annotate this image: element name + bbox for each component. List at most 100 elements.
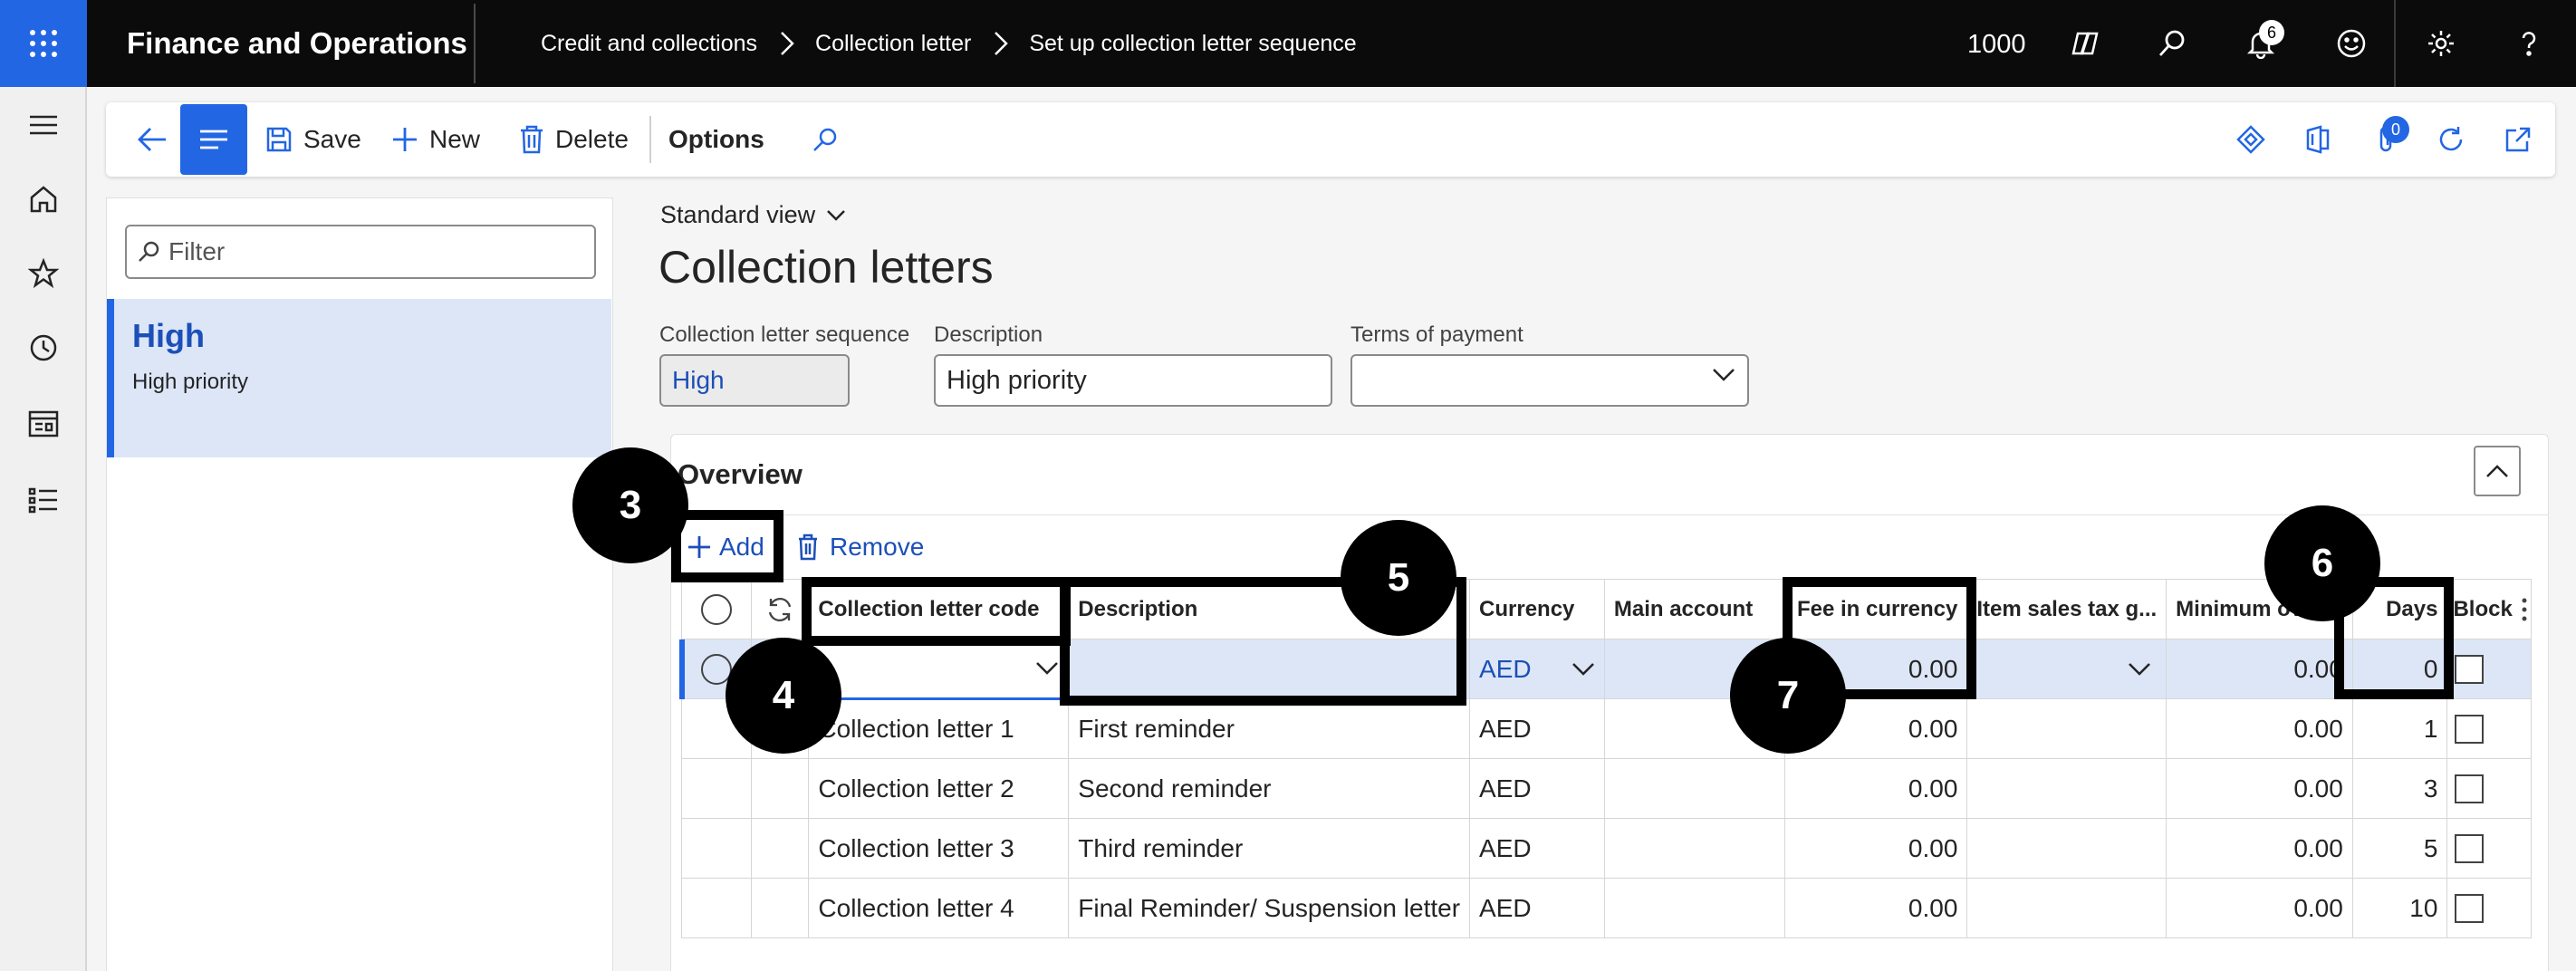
cell-main-account[interactable] [1603, 818, 1785, 879]
cell-description[interactable]: Third reminder [1068, 818, 1471, 879]
cell-currency[interactable]: AED [1469, 878, 1605, 938]
nav-modules-button[interactable] [0, 473, 87, 527]
select-all-radio[interactable] [700, 593, 732, 625]
cell-code[interactable]: Collection letter 2 [808, 758, 1070, 819]
company-picker[interactable]: 1000 [1967, 0, 2026, 87]
table-row[interactable]: Collection letter 2 Second reminder AED … [681, 758, 2532, 819]
action-search-button[interactable] [800, 114, 851, 165]
cell-item-tax[interactable] [1966, 758, 2167, 819]
chevron-down-icon[interactable] [1572, 662, 1595, 677]
cell-minimum[interactable]: 0.00 [2166, 818, 2353, 879]
block-checkbox[interactable] [2455, 833, 2485, 863]
block-checkbox[interactable] [2455, 893, 2485, 923]
cell-code[interactable]: Collection letter 4 [808, 878, 1070, 938]
row-select-cell[interactable] [681, 758, 752, 819]
feedback-button[interactable] [2324, 0, 2379, 87]
breadcrumb-item[interactable]: Set up collection letter sequence [1029, 31, 1356, 57]
cell-description[interactable]: Second reminder [1068, 758, 1471, 819]
cell-days[interactable]: 3 [2351, 758, 2448, 819]
open-new-window-button[interactable] [2493, 114, 2543, 165]
settings-button[interactable] [2414, 0, 2468, 87]
table-row[interactable]: Collection letter 1 First reminder AED 0… [681, 698, 2532, 759]
refresh-button[interactable] [2426, 114, 2476, 165]
chevron-down-icon[interactable] [1035, 661, 1059, 676]
cell-currency[interactable]: AED [1469, 758, 1605, 819]
cell-minimum[interactable]: 0.00 [2166, 698, 2353, 759]
filter-input[interactable] [168, 228, 585, 275]
cell-item-tax[interactable] [1966, 878, 2167, 938]
block-checkbox[interactable] [2455, 774, 2485, 803]
collapse-button[interactable] [2474, 446, 2521, 496]
notifications-button[interactable] [2234, 0, 2288, 87]
cell-currency[interactable]: AED [1469, 818, 1605, 879]
table-row-new[interactable]: AED 0.00 0.00 0 [681, 639, 2532, 700]
office-button[interactable] [2292, 114, 2343, 165]
column-header-main-account[interactable]: Main account [1603, 579, 1785, 639]
table-row[interactable]: Collection letter 4 Final Reminder/ Susp… [681, 878, 2532, 938]
cell-fee[interactable]: 0.00 [1783, 758, 1968, 819]
block-cell[interactable] [2446, 698, 2532, 759]
cell-code[interactable]: Collection letter 1 [808, 698, 1070, 759]
cell-currency[interactable]: AED [1469, 698, 1605, 759]
nav-home-button[interactable] [0, 172, 87, 226]
block-cell[interactable] [2446, 878, 2532, 938]
power-apps-button[interactable] [2225, 114, 2276, 165]
table-row[interactable]: Collection letter 3 Third reminder AED 0… [681, 818, 2532, 879]
chevron-down-icon[interactable] [2128, 662, 2151, 677]
cell-minimum[interactable]: 0.00 [2166, 758, 2353, 819]
cell-code[interactable]: Collection letter 3 [808, 818, 1070, 879]
search-button[interactable] [2145, 0, 2199, 87]
block-cell[interactable] [2446, 818, 2532, 879]
more-vertical-icon[interactable] [2522, 598, 2527, 621]
breadcrumb-item[interactable]: Credit and collections [541, 31, 757, 57]
row-select-cell[interactable] [681, 818, 752, 879]
block-cell[interactable] [2446, 758, 2532, 819]
nav-menu-button[interactable] [0, 98, 87, 152]
save-button[interactable]: Save [265, 102, 361, 177]
overview-title[interactable]: Overview [678, 458, 803, 491]
back-button[interactable] [127, 114, 178, 165]
cell-main-account[interactable] [1603, 758, 1785, 819]
terms-of-payment-select[interactable] [1350, 354, 1749, 407]
nav-workspaces-button[interactable] [0, 397, 87, 451]
cell-item-tax[interactable] [1966, 818, 2167, 879]
options-tab[interactable]: Options [668, 102, 764, 177]
block-cell[interactable] [2446, 639, 2532, 699]
row-select-cell[interactable] [681, 878, 752, 938]
select-all-header[interactable] [681, 579, 752, 639]
code-input-cell[interactable] [808, 639, 1070, 700]
show-list-button[interactable] [180, 104, 247, 175]
sequence-field[interactable]: High [659, 354, 850, 407]
help-button[interactable] [2502, 0, 2556, 87]
item-tax-select-cell[interactable] [1966, 639, 2167, 699]
cell-days[interactable]: 5 [2351, 818, 2448, 879]
refresh-header[interactable] [750, 579, 810, 639]
cell-description[interactable]: First reminder [1068, 698, 1471, 759]
chevron-down-icon[interactable] [1712, 368, 1735, 382]
nav-favorites-button[interactable] [0, 246, 87, 301]
cell-item-tax[interactable] [1966, 698, 2167, 759]
column-header-item-tax[interactable]: Item sales tax g... [1966, 579, 2167, 639]
cell-main-account[interactable] [1603, 878, 1785, 938]
delete-button[interactable]: Delete [519, 102, 629, 177]
column-header-block[interactable]: Block [2446, 579, 2532, 639]
app-launcher-button[interactable] [0, 0, 87, 87]
cell-minimum[interactable]: 0.00 [2166, 639, 2353, 699]
cell-fee[interactable]: 0.00 [1783, 878, 1968, 938]
cell-description[interactable]: Final Reminder/ Suspension letter [1068, 878, 1471, 938]
copilot-button[interactable] [2058, 0, 2112, 87]
app-name[interactable]: Finance and Operations [127, 0, 467, 87]
breadcrumb-item[interactable]: Collection letter [815, 31, 971, 57]
block-checkbox[interactable] [2455, 714, 2485, 744]
new-button[interactable]: New [391, 102, 480, 177]
remove-button[interactable]: Remove [797, 527, 924, 567]
view-selector[interactable]: Standard view [660, 201, 846, 229]
currency-select-cell[interactable]: AED [1469, 639, 1605, 699]
cell-minimum[interactable]: 0.00 [2166, 878, 2353, 938]
cell-days[interactable]: 10 [2351, 878, 2448, 938]
block-checkbox[interactable] [2455, 654, 2485, 684]
cell-days[interactable]: 1 [2351, 698, 2448, 759]
column-header-currency[interactable]: Currency [1469, 579, 1605, 639]
nav-recent-button[interactable] [0, 321, 87, 375]
description-field[interactable] [934, 354, 1332, 407]
